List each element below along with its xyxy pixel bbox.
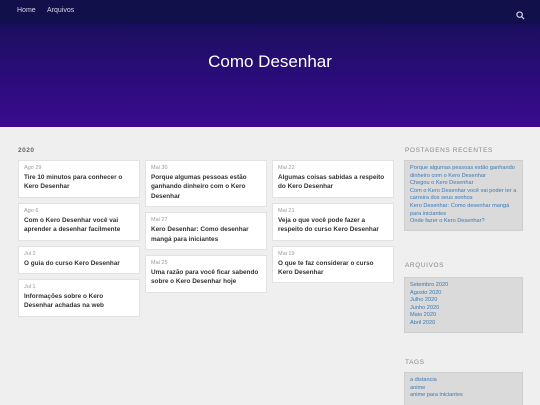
post-title[interactable]: Informações sobre o Kero Desenhar achada… [24, 292, 134, 311]
post-title[interactable]: Tire 10 minutos para conhecer o Kero Des… [24, 173, 134, 192]
recent-post-link[interactable]: Porque algumas pessoas estão ganhando di… [410, 165, 517, 180]
post-card[interactable]: Mai 30 Porque algumas pessoas estão ganh… [145, 160, 267, 208]
archives-box: Setembro 2020 Agosto 2020 Julho 2020 Jun… [404, 277, 523, 333]
post-date: Ago 29 [24, 165, 42, 171]
archive-link[interactable]: Abril 2020 [410, 320, 517, 328]
post-title[interactable]: Com o Kero Desenhar você vai aprender a … [24, 216, 134, 235]
post-date: Ago 6 [24, 207, 39, 214]
recent-posts-box: Porque algumas pessoas estão ganhando di… [404, 160, 523, 231]
recent-post-link[interactable]: Com o Kero Desenhar você vai poder ter a… [410, 188, 517, 203]
recent-post-link[interactable]: Onde fazer o Kero Desenhar? [410, 218, 517, 226]
post-title[interactable]: O que te faz considerar o curso Kero Des… [278, 259, 388, 278]
archives-heading: ARQUIVOS [405, 262, 445, 269]
post-date: Mai 27 [151, 217, 168, 224]
post-card[interactable]: Mai 25 Uma razão para você ficar sabendo… [145, 255, 267, 293]
post-column-2: Mai 30 Porque algumas pessoas estão ganh… [145, 160, 267, 298]
recent-posts-heading: POSTAGENS RECENTES [405, 147, 493, 154]
archive-link[interactable]: Junho 2020 [410, 305, 517, 313]
post-title[interactable]: Algumas coisas sabidas a respeito do Ker… [278, 173, 388, 192]
post-date: Jul 1 [24, 284, 36, 291]
post-title[interactable]: Veja o que você pode fazer a respeito do… [278, 216, 388, 235]
tag-link[interactable]: anime para iniciantes [410, 392, 517, 400]
tag-link[interactable]: a distancia [410, 377, 517, 385]
post-title[interactable]: Kero Desenhar: Como desenhar mangá para … [151, 225, 261, 244]
search-icon[interactable] [516, 7, 526, 20]
post-date: Mai 22 [278, 165, 295, 171]
post-title[interactable]: Porque algumas pessoas estão ganhando di… [151, 173, 261, 201]
post-date: Mai 19 [278, 250, 295, 257]
archive-link[interactable]: Maio 2020 [410, 312, 517, 320]
archive-link[interactable]: Setembro 2020 [410, 282, 517, 290]
post-column-3: Mai 22 Algumas coisas sabidas a respeito… [272, 160, 394, 288]
post-card[interactable]: Jul 1 Informações sobre o Kero Desenhar … [18, 279, 140, 317]
hero-banner: Como Desenhar [0, 24, 540, 127]
recent-post-link[interactable]: Chegou o Kero Desenhar [410, 180, 517, 188]
tags-heading: TAGS [405, 359, 425, 366]
post-card[interactable]: Ago 6 Com o Kero Desenhar você vai apren… [18, 202, 140, 241]
nav-arquivos-link[interactable]: Arquivos [47, 7, 74, 14]
nav-home-link[interactable]: Home [17, 7, 36, 14]
tags-box: a distancia anime anime para iniciantes [404, 372, 523, 405]
post-card[interactable]: Mai 27 Kero Desenhar: Como desenhar mang… [145, 212, 267, 251]
post-date: Mai 25 [151, 260, 168, 267]
post-date: Mai 30 [151, 165, 168, 171]
archive-link[interactable]: Agosto 2020 [410, 290, 517, 298]
post-date: Jul 2 [24, 250, 36, 257]
post-card[interactable]: Mai 21 Veja o que você pode fazer a resp… [272, 202, 394, 241]
recent-post-link[interactable]: Kero Desenhar: Como desenhar mangá para … [410, 203, 517, 218]
post-column-1: Ago 29 Tire 10 minutos para conhecer o K… [18, 160, 140, 322]
year-heading: 2020 [18, 147, 35, 154]
page-title: Como Desenhar [208, 52, 332, 71]
post-card[interactable]: Mai 19 O que te faz considerar o curso K… [272, 245, 394, 284]
post-card[interactable]: Jul 2 O guia do curso Kero Desenhar [18, 245, 140, 275]
post-title[interactable]: O guia do curso Kero Desenhar [24, 259, 134, 268]
archive-link[interactable]: Julho 2020 [410, 297, 517, 305]
tag-link[interactable]: anime [410, 385, 517, 393]
post-title[interactable]: Uma razão para você ficar sabendo sobre … [151, 268, 261, 287]
top-navbar: Home Arquivos [0, 0, 540, 24]
post-card[interactable]: Ago 29 Tire 10 minutos para conhecer o K… [18, 160, 140, 198]
post-date: Mai 21 [278, 207, 295, 214]
post-card[interactable]: Mai 22 Algumas coisas sabidas a respeito… [272, 160, 394, 198]
